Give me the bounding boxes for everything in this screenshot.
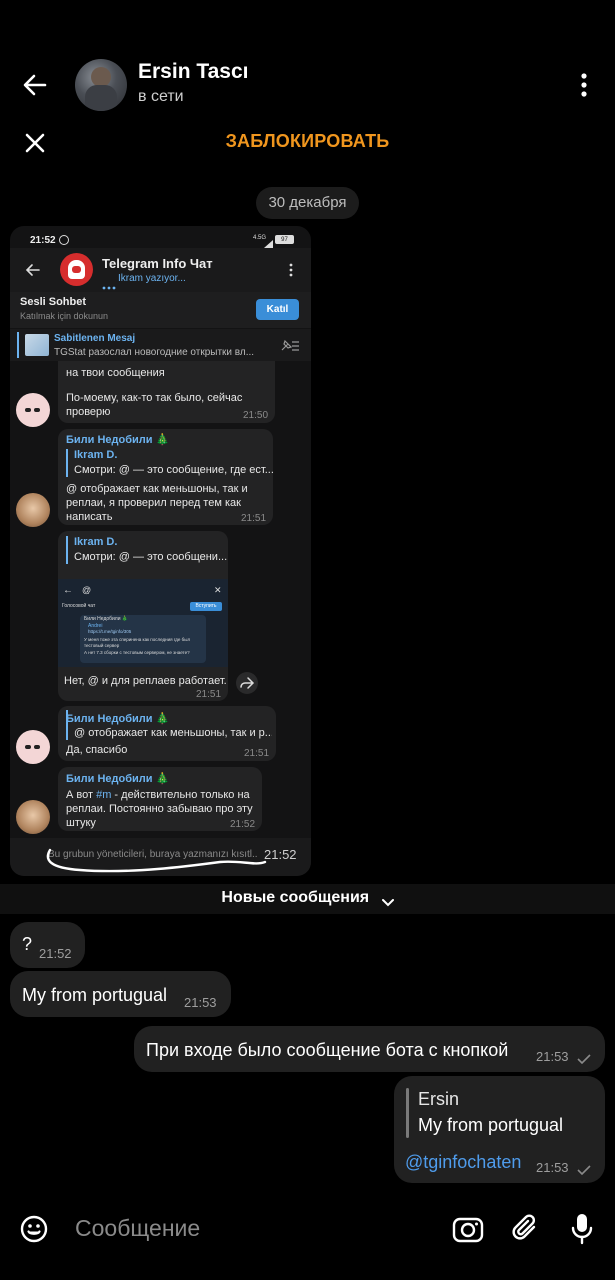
ss-msg5-time: 21:52 <box>230 819 256 830</box>
ss-voice-title: Sesli Sohbet <box>20 296 87 308</box>
ss-sender-avatar-3 <box>16 730 50 764</box>
ss-pinned-title: Sabitlenen Mesaj <box>54 333 136 344</box>
new-messages-label[interactable]: Новые сообщения <box>0 889 615 907</box>
message-text: My from portugual <box>22 985 168 1005</box>
read-check-icon <box>577 1162 591 1176</box>
ss-msg4-name: Били Недобили 🎄 <box>66 713 170 725</box>
ss-msg3-reply-text: Смотри: @ — это сообщени... <box>74 551 228 563</box>
date-chip: 30 декабря <box>256 187 359 219</box>
ss-msg1-time: 21:50 <box>243 410 269 421</box>
message-input[interactable]: Сообщение <box>75 1215 425 1242</box>
ss-status-time: 21:52 <box>30 235 56 246</box>
message-time: 21:53 <box>536 1160 569 1175</box>
ss-scribble <box>40 844 280 874</box>
date-chip-label: 30 декабря <box>268 194 347 211</box>
ss-inner-voice: Голосовой чат <box>62 603 96 609</box>
ss-join-label: Katıl <box>266 304 289 315</box>
message-time: 21:52 <box>39 946 72 961</box>
message-time: 21:53 <box>184 995 217 1010</box>
ss-inner-close-icon: ✕ <box>214 585 222 595</box>
ss-voice-sub: Katılmak için dokunun <box>20 311 109 321</box>
ss-msg5-text-a: А вот <box>66 789 97 801</box>
outgoing-message[interactable]: При входе было сообщение бота с кнопкой … <box>134 1026 605 1072</box>
incoming-message[interactable]: ? 21:52 <box>10 922 85 968</box>
ss-inner-join: Вступить <box>190 602 222 611</box>
ss-inner-search: @ <box>82 585 92 595</box>
incoming-message[interactable]: My from portugual 21:53 <box>10 971 231 1017</box>
contact-status: в сети <box>138 88 184 105</box>
ss-msg3-time: 21:51 <box>196 689 222 700</box>
ss-msg4-reply-text: @ отображает как меньшоны, так и р... <box>74 727 272 739</box>
image-time: 21:52 <box>264 847 297 862</box>
ss-msg3-reply-name: Ikram D. <box>74 536 118 548</box>
ss-pinned-thumb <box>25 334 49 356</box>
ss-msg4-quote <box>66 710 68 740</box>
read-check-icon <box>577 1051 591 1065</box>
ss-inner-name: Били Недобили 🎄 <box>84 616 129 622</box>
ss-sender-avatar-1 <box>16 393 50 427</box>
contact-avatar[interactable] <box>75 59 127 111</box>
mention-link[interactable]: @tginfochaten <box>405 1152 521 1173</box>
reply-author: Ersin <box>418 1089 460 1109</box>
ss-back-arrow-icon <box>24 261 42 279</box>
ss-chat-title: Telegram Info Чат <box>102 256 213 271</box>
block-button[interactable]: ЗАБЛОКИРОВАТЬ <box>0 131 615 152</box>
ss-msg2-text: @ отображает как меньшоны, так и реплаи,… <box>66 483 248 523</box>
microphone-icon[interactable] <box>570 1212 594 1246</box>
contact-name[interactable]: Ersin Tascı <box>138 60 249 84</box>
ss-inner-link: https://t.me/tginfo/305 <box>88 629 132 634</box>
ss-join-button: Katıl <box>256 299 299 320</box>
ss-typing: Ikram yazıyor... <box>118 273 186 284</box>
ss-pinned-line <box>17 332 19 358</box>
ss-msg5-name: Били Недобили 🎄 <box>66 773 170 785</box>
ss-chat-avatar <box>60 253 93 286</box>
more-options-icon[interactable] <box>573 70 595 100</box>
ss-msg2-name: Били Недобили 🎄 <box>66 434 170 446</box>
ss-msg3-text: Нет, @ и для реплаев работает. <box>64 675 227 687</box>
ss-msg2-time: 21:51 <box>241 513 267 524</box>
camera-icon[interactable] <box>452 1214 484 1244</box>
ss-msg2-reply-text: Смотри: @ — это сообщение, где ест... <box>74 464 274 476</box>
screenshot-image[interactable]: 21:52 4.5G 97 Telegram Info Чат Ikram ya… <box>10 226 311 876</box>
ss-msg1-text: По-моему, как-то так было, сейчас провер… <box>66 392 243 418</box>
reply-text: My from portugual <box>418 1115 564 1135</box>
ss-sender-avatar-4 <box>16 800 50 834</box>
ss-inner-screenshot: ← @ ✕ Голосовой чат Вступить Били Недоби… <box>58 579 228 667</box>
emoji-icon[interactable] <box>20 1215 48 1243</box>
ss-pin-list-icon <box>280 338 300 352</box>
ss-inner-text2: А нет 7.3 сборки с тестовым сервером, не… <box>84 650 190 655</box>
new-messages-text: Новые сообщения <box>221 889 370 906</box>
outgoing-reply-message[interactable]: Ersin My from portugual @tginfochaten 21… <box>394 1076 605 1183</box>
ss-more-icon <box>287 262 295 278</box>
message-text: ? <box>22 934 33 954</box>
ss-msg3-quote <box>66 536 68 564</box>
ss-msg5-hashtag: #m <box>96 789 112 801</box>
back-arrow-icon[interactable] <box>18 68 52 102</box>
chevron-down-icon <box>381 894 394 907</box>
message-text: При входе было сообщение бота с кнопкой <box>146 1040 509 1060</box>
message-time: 21:53 <box>536 1049 569 1064</box>
ss-inner-back-icon: ← <box>63 585 73 596</box>
ss-msg2-reply-name: Ikram D. <box>74 449 118 461</box>
reply-quote-bar <box>406 1088 409 1138</box>
chat-header: Ersin Tascı в сети <box>0 0 615 120</box>
battery-icon: 97 <box>275 235 294 244</box>
ss-typing-dots-icon <box>102 277 116 290</box>
ss-sender-avatar-2 <box>16 493 50 527</box>
block-bar: ЗАБЛОКИРОВАТЬ <box>0 120 615 166</box>
attach-icon[interactable] <box>512 1214 540 1244</box>
alarm-icon <box>59 235 69 245</box>
ss-msg1-top: на твои сообщения <box>66 367 165 379</box>
ss-msg2-quote <box>66 449 68 477</box>
ss-battery-level: 97 <box>281 237 288 243</box>
ss-pinned-text: TGStat разослал новогодние открытки вл..… <box>54 347 255 358</box>
ss-msg5-text: А вот #m - действительно только на репла… <box>66 788 256 830</box>
ss-msg4-text: Да, спасибо <box>66 744 128 756</box>
signal-icon <box>264 235 273 248</box>
ss-inner-join-label: Вступить <box>195 603 217 609</box>
ss-inner-text: У меня тоже эта сперинена как последния … <box>84 637 191 648</box>
ss-forward-icon <box>236 672 258 694</box>
ss-msg4-time: 21:51 <box>244 748 270 759</box>
